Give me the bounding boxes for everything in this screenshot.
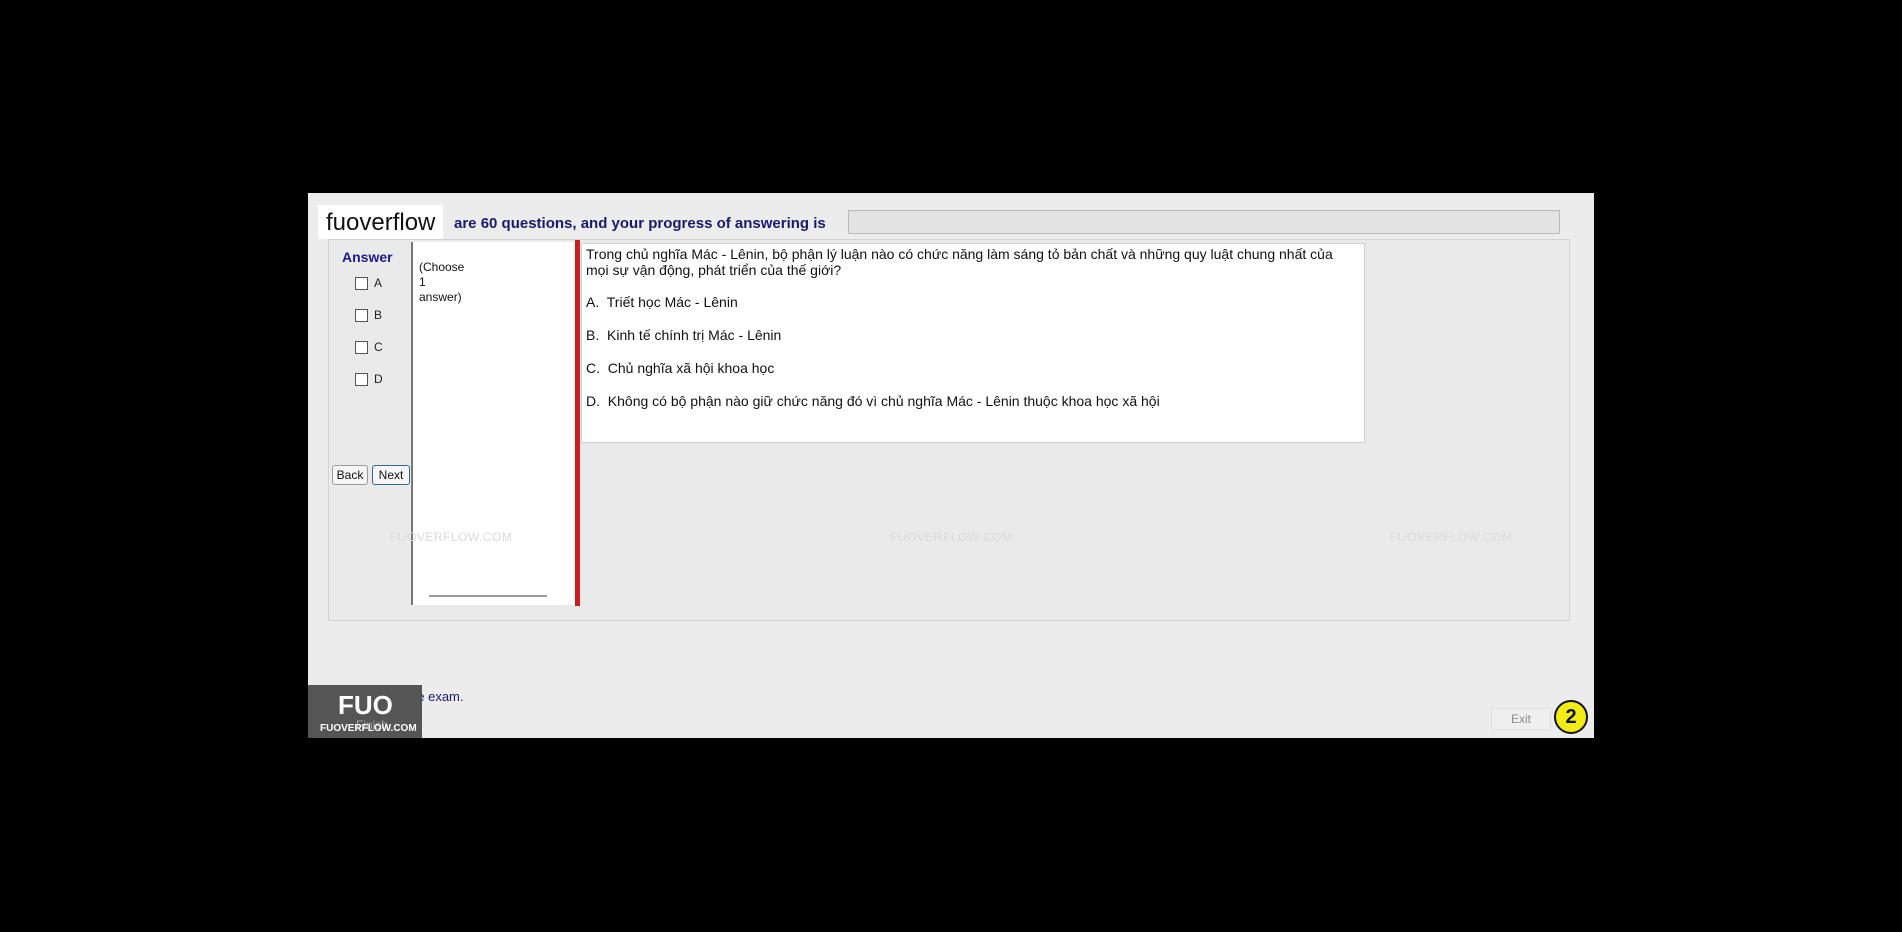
checkbox-c[interactable] [355, 340, 368, 354]
exit-button[interactable]: Exit [1491, 708, 1551, 730]
question-text: Trong chủ nghĩa Mác - Lênin, bộ phận lý … [586, 246, 1333, 278]
site-watermark: FUOVERFLOW.COM [1390, 530, 1513, 544]
logo-main-text: FUO [338, 690, 393, 720]
question-option-d: D. Không có bộ phận nào giữ chức năng đó… [586, 393, 1160, 409]
checkbox-d[interactable] [355, 372, 368, 386]
progress-bar [848, 210, 1560, 234]
back-button[interactable]: Back [332, 465, 368, 485]
progress-text: are 60 questions, and your progress of a… [454, 215, 826, 232]
answer-option-label: A [374, 276, 383, 290]
answer-title: Answer [342, 249, 393, 265]
answer-option-d[interactable]: D [355, 372, 383, 386]
checkbox-b[interactable] [355, 308, 368, 322]
exam-window: fuoverflow are 60 questions, and your pr… [308, 193, 1594, 738]
option-letter: C. [586, 360, 600, 376]
page-number-badge: 2 [1554, 700, 1588, 734]
option-letter: A. [586, 294, 600, 310]
answer-option-label: D [374, 372, 383, 386]
question-option-b: B. Kinh tế chính trị Mác - Lênin [586, 327, 781, 343]
question-panel: Trong chủ nghĩa Mác - Lênin, bộ phận lý … [581, 243, 1365, 443]
choose-instruction: (Choose 1 answer) [419, 260, 465, 304]
option-text: Không có bộ phận nào giữ chức năng đó vì… [607, 393, 1160, 409]
option-letter: D. [586, 393, 600, 409]
option-letter: B. [586, 327, 600, 343]
answer-option-label: C [374, 340, 383, 354]
answer-option-a[interactable]: A [355, 276, 382, 290]
answer-option-c[interactable]: C [355, 340, 383, 354]
question-option-a: A. Triết học Mác - Lênin [586, 294, 738, 310]
site-watermark: FUOVERFLOW.COM [390, 530, 513, 544]
question-option-c: C. Chủ nghĩa xã hội khoa học [586, 360, 774, 376]
next-button[interactable]: Next [372, 465, 410, 485]
answer-option-b[interactable]: B [355, 308, 382, 322]
brand-watermark-label: fuoverflow [318, 205, 444, 239]
horizontal-scrollbar[interactable] [429, 595, 547, 597]
site-watermark: FUOVERFLOW.COM [890, 530, 1013, 544]
option-text: Chủ nghĩa xã hội khoa học [607, 360, 775, 376]
logo-sub-text: FUOVERFLOW.COM [320, 723, 417, 734]
answer-option-label: B [374, 308, 383, 322]
option-text: Kinh tế chính trị Mác - Lênin [607, 327, 782, 343]
checkbox-a[interactable] [355, 276, 368, 290]
fuoverflow-logo: Finish FUO FUOVERFLOW.COM [308, 685, 422, 738]
instruction-panel: (Choose 1 answer) [411, 242, 576, 605]
red-divider [575, 240, 580, 606]
option-text: Triết học Mác - Lênin [606, 294, 738, 310]
